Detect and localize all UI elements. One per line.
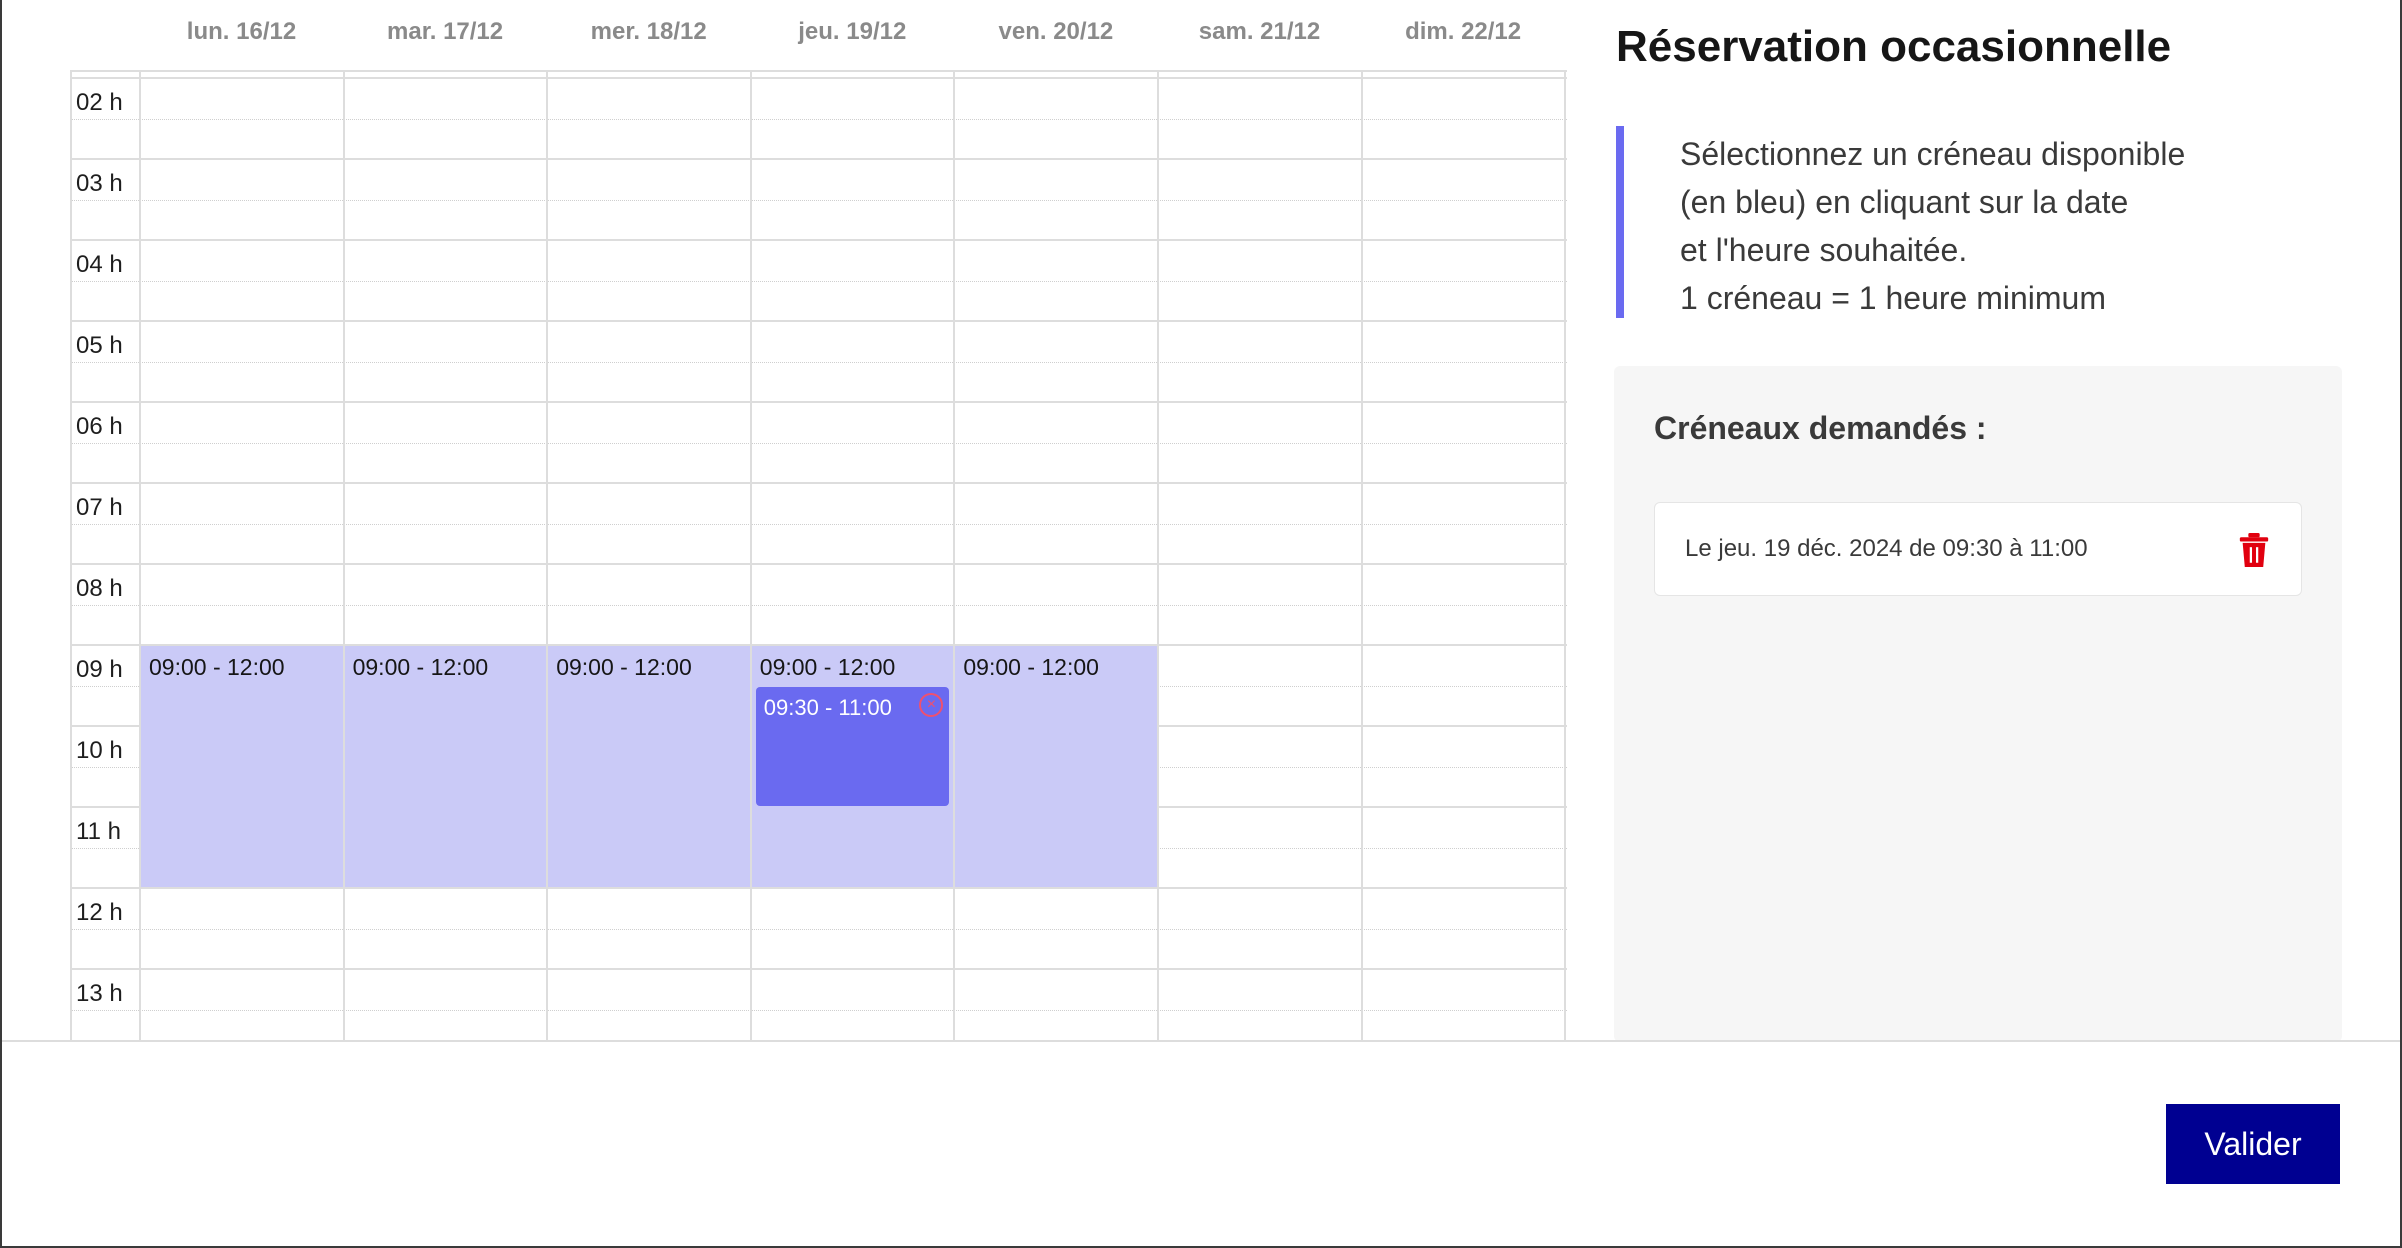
booked-slot[interactable]: 09:30 - 11:00 × (755, 686, 950, 806)
calendar-header: lun. 16/12 mar. 17/12 mer. 18/12 jeu. 19/12… (70, 0, 1567, 70)
requested-slot-text: Le jeu. 19 déc. 2024 de 09:30 à 11:00 (1685, 535, 2088, 562)
half-hour-line (70, 1010, 1567, 1011)
day-column-divider (749, 72, 752, 1040)
half-hour-line (70, 119, 1567, 120)
hour-row[interactable]: 07 h (70, 482, 1567, 563)
hour-label: 03 h (76, 170, 123, 197)
hour-label: 12 h (76, 899, 123, 926)
week-calendar: lun. 16/12 mar. 17/12 mer. 18/12 jeu. 19/12… (70, 0, 1567, 1040)
hour-row[interactable]: 13 h (70, 968, 1567, 1040)
day-header: lun. 16/12 (186, 18, 297, 45)
day-column-divider (953, 72, 956, 1040)
day-header: sam. 21/12 (1198, 18, 1321, 45)
day-column-divider (1564, 72, 1567, 1040)
available-slot[interactable]: 09:00 - 12:00 (548, 646, 750, 887)
half-hour-line (70, 605, 1567, 606)
day-column-divider (342, 72, 345, 1040)
instructions-box: Sélectionnez un créneau disponible (en b… (1616, 126, 2316, 318)
available-slot-label: 09:00 - 12:00 (149, 654, 285, 680)
requested-slot-item: Le jeu. 19 déc. 2024 de 09:30 à 11:00 (1654, 502, 2302, 596)
panel-title: Réservation occasionnelle (1616, 22, 2172, 71)
day-column-divider (1157, 72, 1159, 1040)
day-header: ven. 20/12 (998, 18, 1114, 45)
hour-row[interactable]: 05 h (70, 320, 1567, 401)
day-header: jeu. 19/12 (798, 18, 907, 45)
hour-row[interactable]: 12 h (70, 887, 1567, 968)
day-column-divider (1360, 72, 1363, 1040)
day-header: mar. 17/12 (387, 18, 504, 45)
hour-row[interactable]: 08 h (70, 563, 1567, 644)
hour-label: 07 h (76, 494, 123, 521)
day-column-divider (546, 72, 549, 1040)
half-hour-line (70, 929, 1567, 930)
available-slot-label: 09:00 - 12:00 (759, 654, 896, 680)
hour-row[interactable]: 02 h (70, 77, 1567, 158)
half-hour-line (70, 362, 1567, 363)
hour-label: 11 h (76, 818, 121, 845)
available-slot-label: 09:00 - 12:00 (556, 654, 692, 680)
hour-label: 04 h (76, 251, 123, 278)
booked-slot-label: 09:30 - 11:00 (763, 694, 892, 720)
available-slot-label: 09:00 - 12:00 (963, 654, 1099, 680)
available-slot[interactable]: 09:00 - 12:00 (141, 646, 343, 887)
hour-label: 05 h (76, 332, 123, 359)
hour-row[interactable]: 03 h (70, 158, 1567, 239)
available-slot[interactable]: 09:00 - 12:00 (955, 646, 1157, 887)
requested-slots-panel: Créneaux demandés : Le jeu. 19 déc. 2024… (1614, 366, 2342, 1042)
hour-row[interactable]: 04 h (70, 239, 1567, 320)
available-slot[interactable]: 09:00 - 12:00 (344, 646, 547, 887)
instruction-line: (en bleu) en cliquant sur la date (1680, 184, 2129, 220)
submit-button[interactable]: Valider (2166, 1104, 2340, 1184)
close-icon[interactable]: × (919, 692, 944, 717)
instruction-line: 1 créneau = 1 heure minimum (1680, 280, 2106, 316)
half-hour-line (70, 200, 1567, 201)
day-header: dim. 22/12 (1405, 18, 1522, 45)
hour-label: 09 h (76, 656, 123, 683)
calendar-grid: 02 h 03 h 04 h 05 h 06 h 07 h 08 h 09 h 10 h 11 h… (70, 70, 1567, 1040)
day-header: mer. 18/12 (590, 18, 707, 45)
available-slot-label: 09:00 - 12:00 (352, 654, 489, 680)
hour-label: 13 h (76, 980, 123, 1007)
trash-icon[interactable] (2237, 531, 2271, 569)
hour-row[interactable]: 06 h (70, 401, 1567, 482)
hour-label: 08 h (76, 575, 123, 602)
modal-footer: Valider (2, 1040, 2400, 1246)
instruction-line: Sélectionnez un créneau disponible (1680, 136, 2186, 172)
hour-label: 06 h (76, 413, 123, 440)
instruction-line: et l'heure souhaitée. (1680, 232, 1968, 268)
grid-left-border (70, 72, 72, 1040)
day-column-divider (139, 72, 141, 1040)
hour-label: 10 h (76, 737, 123, 764)
hour-label: 02 h (76, 89, 123, 116)
half-hour-line (70, 443, 1567, 444)
requested-slots-title: Créneaux demandés : (1654, 410, 1987, 446)
half-hour-line (70, 524, 1567, 525)
reservation-modal: lun. 16/12 mar. 17/12 mer. 18/12 jeu. 19/12… (0, 0, 2402, 1248)
half-hour-line (70, 281, 1567, 282)
